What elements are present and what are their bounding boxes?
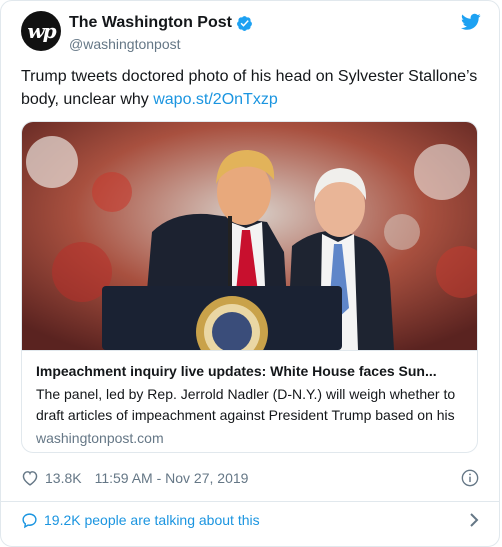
card-title[interactable]: Impeachment inquiry live updates: White … [36,361,465,381]
conversation-label[interactable]: 19.2K people are talking about this [44,512,260,528]
speech-bubble-icon [22,512,37,528]
like-count[interactable]: 13.8K [45,470,82,486]
tweet-embed: wp The Washington Post @washingtonpost T… [0,0,500,547]
avatar[interactable]: wp [21,11,61,51]
timestamp[interactable]: 11:59 AM - Nov 27, 2019 [95,470,249,486]
account-handle[interactable]: @washingtonpost [69,36,181,52]
display-name[interactable]: The Washington Post [69,14,232,32]
twitter-bird-icon[interactable] [461,13,481,31]
verified-badge-icon [237,15,252,31]
chevron-right-icon[interactable] [469,512,479,528]
card-description: The panel, led by Rep. Jerrold Nadler (D… [36,386,456,423]
heart-icon[interactable] [21,470,39,486]
card-body: Impeachment inquiry live updates: White … [22,350,477,452]
tweet-link[interactable]: wapo.st/2OnTxzp [153,91,278,108]
name-row: The Washington Post [69,14,253,32]
card-image[interactable] [22,122,478,350]
tweet-text: Trump tweets doctored photo of his head … [21,65,483,111]
card-domain: washingtonpost.com [36,430,164,446]
info-icon[interactable] [461,469,479,487]
conversation-link[interactable]: 19.2K people are talking about this [1,502,499,538]
link-card[interactable]: Impeachment inquiry live updates: White … [21,121,478,453]
tweet-header: wp The Washington Post @washingtonpost [21,9,481,53]
tweet-meta: 13.8K 11:59 AM - Nov 27, 2019 [21,467,483,489]
